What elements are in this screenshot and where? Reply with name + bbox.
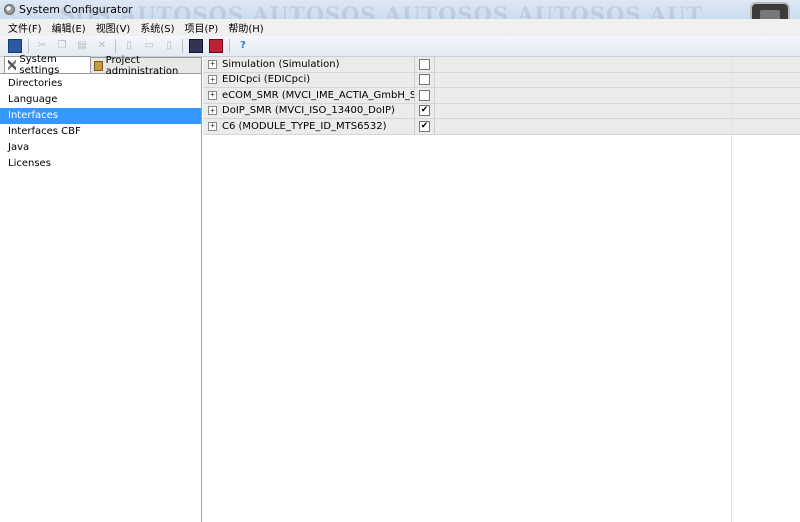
delete-icon[interactable]: ✕ bbox=[95, 39, 109, 53]
interface-name-cell: + DoIP_SMR (MVCI_ISO_13400_DoIP) bbox=[203, 103, 415, 118]
paste-icon[interactable]: ▤ bbox=[75, 39, 89, 53]
interface-label: C6 (MODULE_TYPE_ID_MTS6532) bbox=[222, 120, 387, 132]
menu-view[interactable]: 视图(V) bbox=[96, 20, 131, 35]
settings-nav-list: Directories Language Interfaces Interfac… bbox=[0, 74, 201, 172]
column-divider bbox=[731, 57, 732, 522]
nav-item-language[interactable]: Language bbox=[0, 92, 201, 108]
checkbox-cell bbox=[415, 57, 435, 72]
row-filler bbox=[435, 119, 800, 134]
expand-icon[interactable]: + bbox=[208, 59, 217, 69]
table-row[interactable]: + eCOM_SMR (MVCI_IME_ACTIA_GmbH_SDconn..… bbox=[203, 88, 800, 104]
tab-label: System settings bbox=[19, 54, 60, 76]
settings-panel: System settings Project administration D… bbox=[0, 54, 202, 522]
interface-label: DoIP_SMR (MVCI_ISO_13400_DoIP) bbox=[222, 105, 395, 117]
project-icon bbox=[93, 60, 103, 71]
table-row[interactable]: + C6 (MODULE_TYPE_ID_MTS6532) ✔ bbox=[203, 119, 800, 135]
tab-system-settings[interactable]: System settings bbox=[4, 54, 91, 76]
interface-name-cell: + C6 (MODULE_TYPE_ID_MTS6532) bbox=[203, 119, 415, 134]
nav-item-licenses[interactable]: Licenses bbox=[0, 156, 201, 172]
import-icon[interactable]: ▯ bbox=[162, 39, 176, 53]
help-icon[interactable]: ? bbox=[236, 39, 250, 53]
tab-bar: System settings Project administration bbox=[0, 54, 202, 77]
interface-label: Simulation (Simulation) bbox=[222, 58, 340, 70]
interface-enable-checkbox[interactable] bbox=[419, 58, 430, 70]
save-icon[interactable] bbox=[8, 39, 22, 53]
app-icon bbox=[4, 4, 15, 15]
nav-item-interfaces[interactable]: Interfaces bbox=[0, 108, 201, 124]
expand-icon[interactable]: + bbox=[208, 90, 217, 100]
menu-system[interactable]: 系统(S) bbox=[140, 20, 174, 35]
tools-icon bbox=[8, 60, 17, 70]
row-filler bbox=[435, 57, 800, 72]
table-row[interactable]: + Simulation (Simulation) bbox=[203, 57, 800, 73]
toolbar-separator bbox=[182, 39, 183, 53]
nav-item-directories[interactable]: Directories bbox=[0, 76, 201, 92]
interface-label: eCOM_SMR (MVCI_IME_ACTIA_GmbH_SDconn... bbox=[222, 89, 415, 101]
export-icon[interactable]: ▭ bbox=[142, 39, 156, 53]
copy-icon[interactable]: ❐ bbox=[55, 39, 69, 53]
toolbar-separator bbox=[115, 39, 116, 53]
row-filler bbox=[435, 73, 800, 88]
interface-enable-checkbox[interactable]: ✔ bbox=[419, 120, 430, 132]
row-filler bbox=[435, 88, 800, 103]
menu-project[interactable]: 项目(P) bbox=[185, 20, 219, 35]
expand-icon[interactable]: + bbox=[208, 106, 217, 116]
tab-label: Project administration bbox=[105, 54, 179, 77]
interface-name-cell: + Simulation (Simulation) bbox=[203, 57, 415, 72]
nav-item-java[interactable]: Java bbox=[0, 140, 201, 156]
interface-label: EDICpci (EDICpci) bbox=[222, 74, 311, 86]
toolbar-separator bbox=[229, 39, 230, 53]
checkbox-cell: ✔ bbox=[415, 103, 435, 118]
interface-enable-checkbox[interactable] bbox=[419, 89, 430, 101]
table-row[interactable]: + EDICpci (EDICpci) bbox=[203, 72, 800, 88]
tab-project-administration[interactable]: Project administration bbox=[89, 55, 202, 77]
checkbox-cell bbox=[415, 72, 435, 87]
title-bar: System Configurator bbox=[0, 0, 800, 19]
menu-edit[interactable]: 编辑(E) bbox=[52, 20, 86, 35]
toolbar-separator bbox=[28, 39, 29, 53]
expand-icon[interactable]: + bbox=[208, 121, 217, 131]
expand-icon[interactable]: + bbox=[208, 75, 217, 85]
interface-name-cell: + EDICpci (EDICpci) bbox=[203, 72, 415, 87]
row-filler bbox=[435, 104, 800, 119]
device-icon[interactable] bbox=[189, 39, 203, 53]
interfaces-grid: + Simulation (Simulation) + EDICpci (EDI… bbox=[203, 57, 800, 522]
interface-enable-checkbox[interactable]: ✔ bbox=[419, 105, 430, 117]
checkbox-cell bbox=[415, 88, 435, 103]
interface-name-cell: + eCOM_SMR (MVCI_IME_ACTIA_GmbH_SDconn..… bbox=[203, 88, 415, 103]
checkbox-cell: ✔ bbox=[415, 119, 435, 134]
cut-icon[interactable]: ✂ bbox=[35, 39, 49, 53]
menu-help[interactable]: 帮助(H) bbox=[228, 20, 263, 35]
interface-enable-checkbox[interactable] bbox=[419, 74, 430, 86]
nav-item-interfaces-cbf[interactable]: Interfaces CBF bbox=[0, 124, 201, 140]
menu-bar: 文件(F) 编辑(E) 视图(V) 系统(S) 项目(P) 帮助(H) bbox=[0, 19, 800, 36]
window-title: System Configurator bbox=[19, 3, 133, 16]
device-config-icon[interactable] bbox=[209, 39, 223, 53]
menu-file[interactable]: 文件(F) bbox=[8, 20, 42, 35]
table-row[interactable]: + DoIP_SMR (MVCI_ISO_13400_DoIP) ✔ bbox=[203, 103, 800, 119]
new-document-icon[interactable]: ▯ bbox=[122, 39, 136, 53]
